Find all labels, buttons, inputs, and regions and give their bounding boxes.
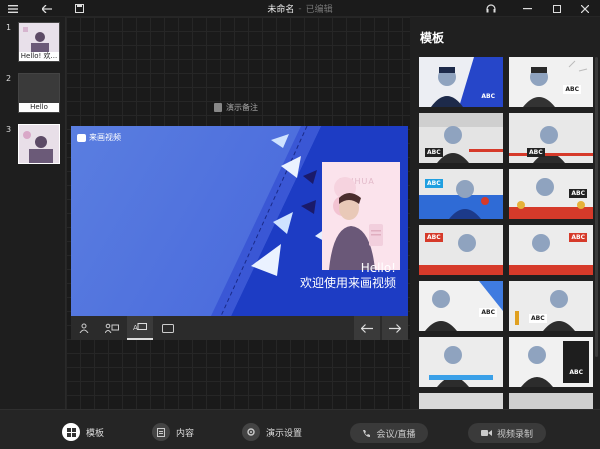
slide-caption: Hello! 欢... — [19, 52, 59, 61]
slide-thumbnail-1[interactable]: 1 Hello! 欢... — [0, 20, 66, 64]
title-name: 未命名 — [267, 5, 295, 15]
panel-title: 模板 — [420, 31, 445, 45]
slide-number: 3 — [6, 125, 12, 134]
logo-text: 来画视频 — [89, 133, 121, 142]
canvas-area[interactable]: 演示备注 LAIHUA 来画视频 Hello! 欢迎使用来画视频 A — [66, 17, 410, 409]
template-tag: ABC — [425, 233, 443, 242]
next-slide-button[interactable] — [382, 316, 408, 340]
slide-caption: Hello — [19, 103, 59, 112]
welcome-line-1: Hello! — [360, 261, 396, 275]
video-record-button[interactable]: 视频录制 — [468, 423, 546, 443]
presentation-settings-button[interactable]: 演示设置 — [242, 422, 302, 442]
layout-person-button[interactable] — [71, 316, 97, 340]
arrow-left-icon — [361, 323, 373, 333]
template-tag: ABC — [569, 369, 583, 376]
template-icon — [62, 423, 80, 441]
template-tag: ABC — [425, 148, 443, 157]
template-tab-label: 模板 — [86, 428, 105, 439]
template-tag: ABC — [529, 314, 547, 323]
template-card-2[interactable]: ABC — [509, 57, 593, 107]
layout-person-board-button[interactable] — [99, 316, 125, 340]
content-tab-button[interactable]: 内容 — [152, 422, 194, 442]
template-tag: ABC — [479, 308, 497, 317]
template-card-10[interactable]: ABC — [509, 281, 593, 331]
presentation-settings-label: 演示设置 — [266, 428, 303, 439]
slide-number: 1 — [6, 23, 12, 32]
template-card-9[interactable]: ABC — [419, 281, 503, 331]
headset-icon[interactable] — [484, 0, 498, 17]
template-card-3[interactable]: ABC — [419, 113, 503, 163]
panel-scrollbar[interactable] — [595, 57, 598, 357]
document-title: 未命名 - 已编辑 — [0, 0, 600, 17]
slide-number: 2 — [6, 74, 12, 83]
phone-icon — [363, 429, 371, 437]
stage-logo: 来画视频 — [77, 132, 121, 143]
person-icon — [79, 323, 89, 333]
template-tag: ABC — [425, 179, 443, 188]
slide-thumbnail-2[interactable]: 2 Hello — [0, 71, 66, 115]
template-card-7[interactable]: ABC — [419, 225, 503, 275]
slide-preview: Hello — [18, 73, 60, 113]
template-tag: ABC — [569, 233, 587, 242]
title-bar: 未命名 - 已编辑 — [0, 0, 600, 17]
meeting-live-label: 会议/直播 — [376, 429, 416, 440]
slide-preview — [18, 124, 60, 164]
template-card-14[interactable] — [509, 393, 593, 409]
text-board-icon: A — [133, 323, 147, 332]
template-card-5[interactable]: ABC — [419, 169, 503, 219]
template-card-13[interactable] — [419, 393, 503, 409]
maximize-icon[interactable] — [550, 0, 564, 17]
template-tab-button[interactable]: 模板 — [62, 422, 104, 442]
previous-slide-button[interactable] — [354, 316, 380, 340]
notes-icon — [214, 103, 222, 112]
video-record-label: 视频录制 — [496, 429, 533, 440]
minimize-icon[interactable] — [520, 0, 534, 17]
template-tag: ABC — [527, 148, 545, 157]
content-icon — [152, 423, 170, 441]
template-tag: ABC — [569, 189, 587, 198]
slide-stage[interactable]: LAIHUA 来画视频 Hello! 欢迎使用来画视频 — [71, 126, 408, 316]
bottom-toolbar: 模板 内容 演示设置 会议/直播 视频录制 — [0, 409, 600, 449]
template-card-4[interactable]: ABC — [509, 113, 593, 163]
video-camera-icon — [480, 430, 492, 436]
layout-toolbar: A — [71, 316, 408, 340]
template-card-8[interactable]: ABC — [509, 225, 593, 275]
welcome-line-2: 欢迎使用来画视频 — [299, 276, 396, 290]
template-tag: ABC — [563, 85, 581, 94]
presentation-notes-button[interactable]: 演示备注 — [214, 102, 258, 113]
title-status: 已编辑 — [305, 5, 333, 15]
layout-blank-board-button[interactable] — [155, 316, 181, 340]
meeting-live-button[interactable]: 会议/直播 — [350, 423, 428, 443]
notes-label: 演示备注 — [226, 103, 258, 112]
arrow-right-icon — [389, 323, 401, 333]
content-tab-label: 内容 — [176, 428, 195, 439]
template-card-12[interactable]: ABC — [509, 337, 593, 387]
app-window: 未命名 - 已编辑 1 Hello! 欢... 2 Hello 3 演示备注 L… — [0, 0, 600, 449]
layout-text-board-button[interactable]: A — [127, 316, 153, 340]
slide-preview: Hello! 欢... — [18, 22, 60, 62]
person-board-icon — [105, 323, 119, 333]
logo-icon — [77, 133, 86, 142]
template-tag: ABC — [481, 93, 495, 100]
close-icon[interactable] — [578, 0, 592, 17]
gear-icon — [242, 423, 260, 441]
blank-board-icon — [162, 323, 174, 333]
welcome-text[interactable]: Hello! 欢迎使用来画视频 — [300, 261, 396, 291]
slides-sidebar: 1 Hello! 欢... 2 Hello 3 — [0, 17, 66, 409]
template-card-6[interactable]: ABC — [509, 169, 593, 219]
svg-text:A: A — [133, 324, 138, 332]
template-card-11[interactable] — [419, 337, 503, 387]
slide-thumbnail-3[interactable]: 3 — [0, 122, 66, 166]
template-card-1[interactable]: ABC — [419, 57, 503, 107]
templates-panel: 模板 ABC ABC ABC ABC ABC ABC ABC ABC ABC A… — [410, 17, 600, 409]
title-separator: - — [298, 3, 302, 14]
